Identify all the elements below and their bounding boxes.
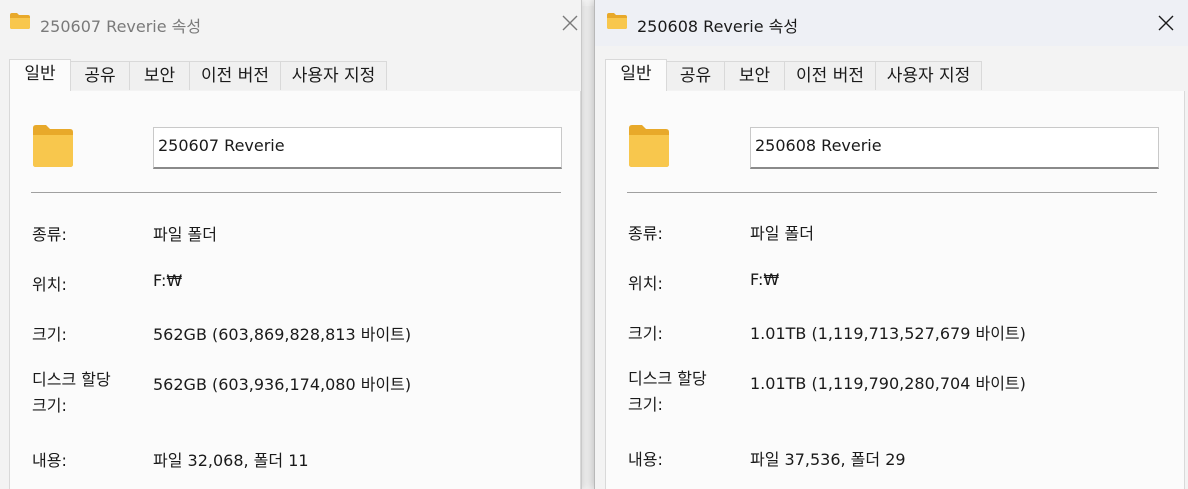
general-panel: 종류: 파일 폴더 위치: F:₩ 크기: 562GB (603,869,828… [9,91,581,489]
location-label: 위치: [32,275,67,294]
tab-previous-versions[interactable]: 이전 버전 [784,61,876,90]
general-panel: 종류: 파일 폴더 위치: F:₩ 크기: 1.01TB (1,119,713,… [605,91,1185,489]
desktop: 250607 Reverie 속성 일반 공유 보안 이전 버전 사용자 지정 [0,0,1188,489]
location-label: 위치: [628,274,663,293]
type-value: 파일 폴더 [750,224,814,243]
tab-strip: 일반 공유 보안 이전 버전 사용자 지정 [605,59,1185,92]
divider [627,192,1157,193]
title-bar[interactable]: 250608 Reverie 속성 [595,0,1188,46]
close-button[interactable] [1151,8,1181,38]
window-title: 250608 Reverie 속성 [637,17,799,36]
folder-icon [628,122,670,168]
size-label: 크기: [32,325,67,344]
contents-label: 내용: [32,451,67,470]
tab-sharing[interactable]: 공유 [70,61,130,90]
contents-value: 파일 32,068, 폴더 11 [153,451,309,470]
close-icon [562,15,578,31]
tab-general[interactable]: 일반 [9,59,71,91]
disk-size-value: 562GB (603,936,174,080 바이트) [153,375,412,394]
close-button[interactable] [555,8,585,38]
properties-window-2[interactable]: 250608 Reverie 속성 일반 공유 보안 이전 버전 사용자 지정 [594,0,1188,489]
size-label: 크기: [628,324,663,343]
tab-sharing[interactable]: 공유 [666,61,725,90]
type-label: 종류: [32,225,67,244]
tab-customize[interactable]: 사용자 지정 [875,61,982,90]
divider [31,192,561,193]
folder-icon [32,122,74,168]
contents-label: 내용: [628,450,663,469]
location-value: F:₩ [153,271,183,290]
location-value: F:₩ [750,270,780,289]
size-value: 562GB (603,869,828,813 바이트) [153,325,412,344]
tab-previous-versions[interactable]: 이전 버전 [189,61,281,90]
type-label: 종류: [628,224,663,243]
properties-window-1[interactable]: 250607 Reverie 속성 일반 공유 보안 이전 버전 사용자 지정 [0,0,582,489]
folder-icon [10,13,30,29]
tab-security[interactable]: 보안 [129,61,190,90]
size-value: 1.01TB (1,119,713,527,679 바이트) [750,324,1026,343]
type-value: 파일 폴더 [153,225,217,244]
folder-icon [607,13,627,29]
close-icon [1158,15,1174,31]
folder-name-input[interactable] [750,127,1159,169]
title-bar[interactable]: 250607 Reverie 속성 [0,0,581,46]
contents-value: 파일 37,536, 폴더 29 [750,450,906,469]
disk-size-label: 디스크 할당 크기: [32,370,111,415]
tab-strip: 일반 공유 보안 이전 버전 사용자 지정 [9,59,579,92]
tab-security[interactable]: 보안 [724,61,785,90]
disk-size-label: 디스크 할당 크기: [628,369,707,414]
tab-general[interactable]: 일반 [605,59,667,91]
window-title: 250607 Reverie 속성 [40,17,202,36]
folder-name-input[interactable] [153,127,562,169]
tab-customize[interactable]: 사용자 지정 [280,61,387,90]
disk-size-value: 1.01TB (1,119,790,280,704 바이트) [750,374,1026,393]
